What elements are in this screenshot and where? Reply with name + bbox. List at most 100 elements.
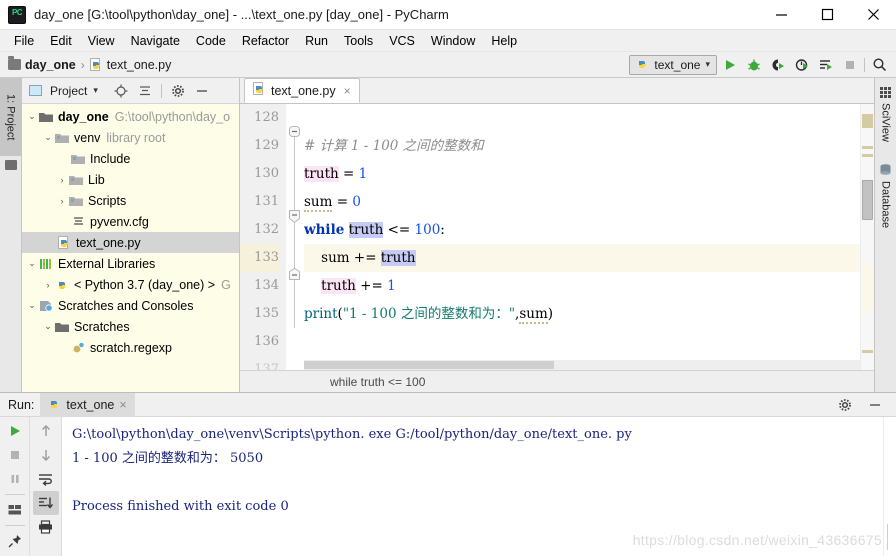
console-output[interactable]: G:\tool\python\day_one\venv\Scripts\pyth…	[62, 417, 883, 556]
window-controls	[758, 0, 896, 30]
sidebar-tab-database[interactable]: Database	[880, 159, 892, 233]
tree-twisty[interactable]: ›	[42, 280, 54, 290]
console-line: 1 - 100 之间的整数和为： 5050	[72, 451, 264, 466]
tree-row-scratches[interactable]: ⌄ Scratches	[22, 316, 239, 337]
tree-row-external-libraries[interactable]: ⌄ External Libraries	[22, 253, 239, 274]
tree-twisty[interactable]: ⌄	[42, 321, 54, 332]
settings-gear-icon[interactable]	[832, 393, 858, 417]
menu-tools[interactable]: Tools	[336, 32, 381, 50]
maximize-button[interactable]	[804, 0, 850, 30]
tree-twisty[interactable]: ⌄	[42, 132, 54, 143]
close-icon[interactable]: ×	[344, 84, 351, 98]
run-tab-label: text_one	[66, 397, 115, 412]
profile-button[interactable]	[791, 55, 813, 75]
menu-run[interactable]: Run	[297, 32, 336, 50]
hide-icon[interactable]	[193, 82, 211, 100]
tree-row-include[interactable]: Include	[22, 148, 239, 169]
code-folding-gutter[interactable]	[286, 104, 304, 370]
sidebar-tab-sciview[interactable]: SciView	[880, 82, 892, 147]
project-tree[interactable]: ⌄ day_one G:\tool\python\day_o ⌄ venv li…	[22, 104, 239, 392]
code-text[interactable]: # 计算 1 - 100 之间的整数和 truth = 1 sum = 0 wh…	[304, 104, 860, 370]
folder-icon	[38, 109, 54, 125]
tree-twisty[interactable]: ⌄	[26, 258, 38, 269]
run-with-console-button[interactable]	[815, 55, 837, 75]
print-button[interactable]	[33, 515, 59, 539]
run-tool-window: Run: text_one × G:\tool\python\day_one\v…	[0, 392, 896, 556]
editor-vertical-scrollbar[interactable]	[860, 104, 874, 370]
breadcrumb-statement[interactable]: while truth <= 100	[330, 375, 425, 389]
menu-help[interactable]: Help	[483, 32, 525, 50]
tree-row-python-sdk[interactable]: › < Python 3.7 (day_one) > G	[22, 274, 239, 295]
editor-horizontal-scrollbar-thumb[interactable]	[304, 361, 554, 369]
code-token: =	[332, 194, 353, 210]
pin-button[interactable]	[2, 529, 28, 553]
menu-code[interactable]: Code	[188, 32, 234, 50]
sidebar-tab-project[interactable]: 1: Project	[0, 78, 22, 156]
rerun-button[interactable]	[2, 419, 28, 443]
locate-icon[interactable]	[112, 82, 130, 100]
layout-button[interactable]	[2, 498, 28, 522]
tree-twisty[interactable]: ⌄	[26, 111, 38, 122]
editor-tab-text-one-py[interactable]: text_one.py ×	[244, 78, 360, 103]
search-everywhere-icon[interactable]	[868, 55, 890, 75]
scroll-to-end-button[interactable]	[32, 491, 59, 515]
scrollbar-thumb[interactable]	[862, 180, 873, 220]
editor-horizontal-scrollbar[interactable]	[304, 360, 860, 370]
run-configuration-selector[interactable]: text_one ▾	[629, 54, 717, 75]
pause-button[interactable]	[2, 467, 28, 491]
tree-twisty[interactable]: ⌄	[26, 300, 38, 311]
tree-row-scratch-regexp[interactable]: scratch.regexp	[22, 337, 239, 358]
close-button[interactable]	[850, 0, 896, 30]
stop-button[interactable]	[839, 55, 861, 75]
breadcrumb-project[interactable]: day_one	[6, 56, 78, 72]
menu-view[interactable]: View	[80, 32, 123, 50]
menu-navigate[interactable]: Navigate	[123, 32, 188, 50]
tree-row-scripts[interactable]: › Scripts	[22, 190, 239, 211]
tree-twisty[interactable]: ›	[56, 175, 68, 185]
menu-file[interactable]: File	[6, 32, 42, 50]
regexp-file-icon	[70, 340, 86, 356]
folder-icon	[54, 319, 70, 335]
code-keyword-while: while	[304, 222, 345, 238]
tree-row-pyvenv-cfg[interactable]: pyvenv.cfg	[22, 211, 239, 232]
code-string: "1 - 100 之间的整数和为："	[342, 306, 516, 322]
close-icon[interactable]: ×	[119, 398, 126, 412]
menu-vcs[interactable]: VCS	[381, 32, 423, 50]
debug-button[interactable]	[743, 55, 765, 75]
python-file-icon	[89, 57, 103, 72]
tree-row-day-one[interactable]: ⌄ day_one G:\tool\python\day_o	[22, 106, 239, 127]
stop-button[interactable]	[2, 443, 28, 467]
run-coverage-button[interactable]	[767, 55, 789, 75]
gear-icon[interactable]	[169, 82, 187, 100]
menu-window[interactable]: Window	[423, 32, 483, 50]
editor-tab-strip: text_one.py ×	[240, 78, 874, 104]
fold-handle-icon[interactable]	[289, 210, 300, 226]
tree-row-lib[interactable]: › Lib	[22, 169, 239, 190]
soft-wrap-button[interactable]	[33, 467, 59, 491]
breadcrumb-file[interactable]: text_one.py	[88, 57, 174, 72]
fold-region-line	[294, 134, 295, 328]
code-editor[interactable]: 128 129 130 131 132 133 134 135 136 137	[240, 104, 874, 370]
module-folder-icon	[68, 172, 84, 188]
menu-refactor[interactable]: Refactor	[234, 32, 297, 50]
next-occurrence-button[interactable]	[33, 443, 59, 467]
fold-handle-icon[interactable]	[289, 267, 300, 283]
tree-row-scratches-consoles[interactable]: ⌄ Scratches and Consoles	[22, 295, 239, 316]
watermark-caret	[887, 524, 888, 550]
chevron-down-icon[interactable]: ▾	[93, 85, 98, 96]
menu-edit[interactable]: Edit	[42, 32, 80, 50]
collapse-all-icon[interactable]	[136, 82, 154, 100]
fold-handle-icon[interactable]	[289, 126, 300, 140]
run-tab-text-one[interactable]: text_one ×	[40, 392, 135, 417]
hide-window-icon[interactable]	[862, 393, 888, 417]
console-vertical-scrollbar[interactable]	[883, 417, 896, 556]
minimize-button[interactable]	[758, 0, 804, 30]
tree-row-venv[interactable]: ⌄ venv library root	[22, 127, 239, 148]
run-button[interactable]	[719, 55, 741, 75]
prev-occurrence-button[interactable]	[33, 419, 59, 443]
run-toolbar: text_one ▾	[629, 54, 896, 75]
tree-twisty[interactable]: ›	[56, 196, 68, 206]
tree-row-text-one-py[interactable]: text_one.py	[22, 232, 239, 253]
line-number: 135	[254, 306, 279, 321]
